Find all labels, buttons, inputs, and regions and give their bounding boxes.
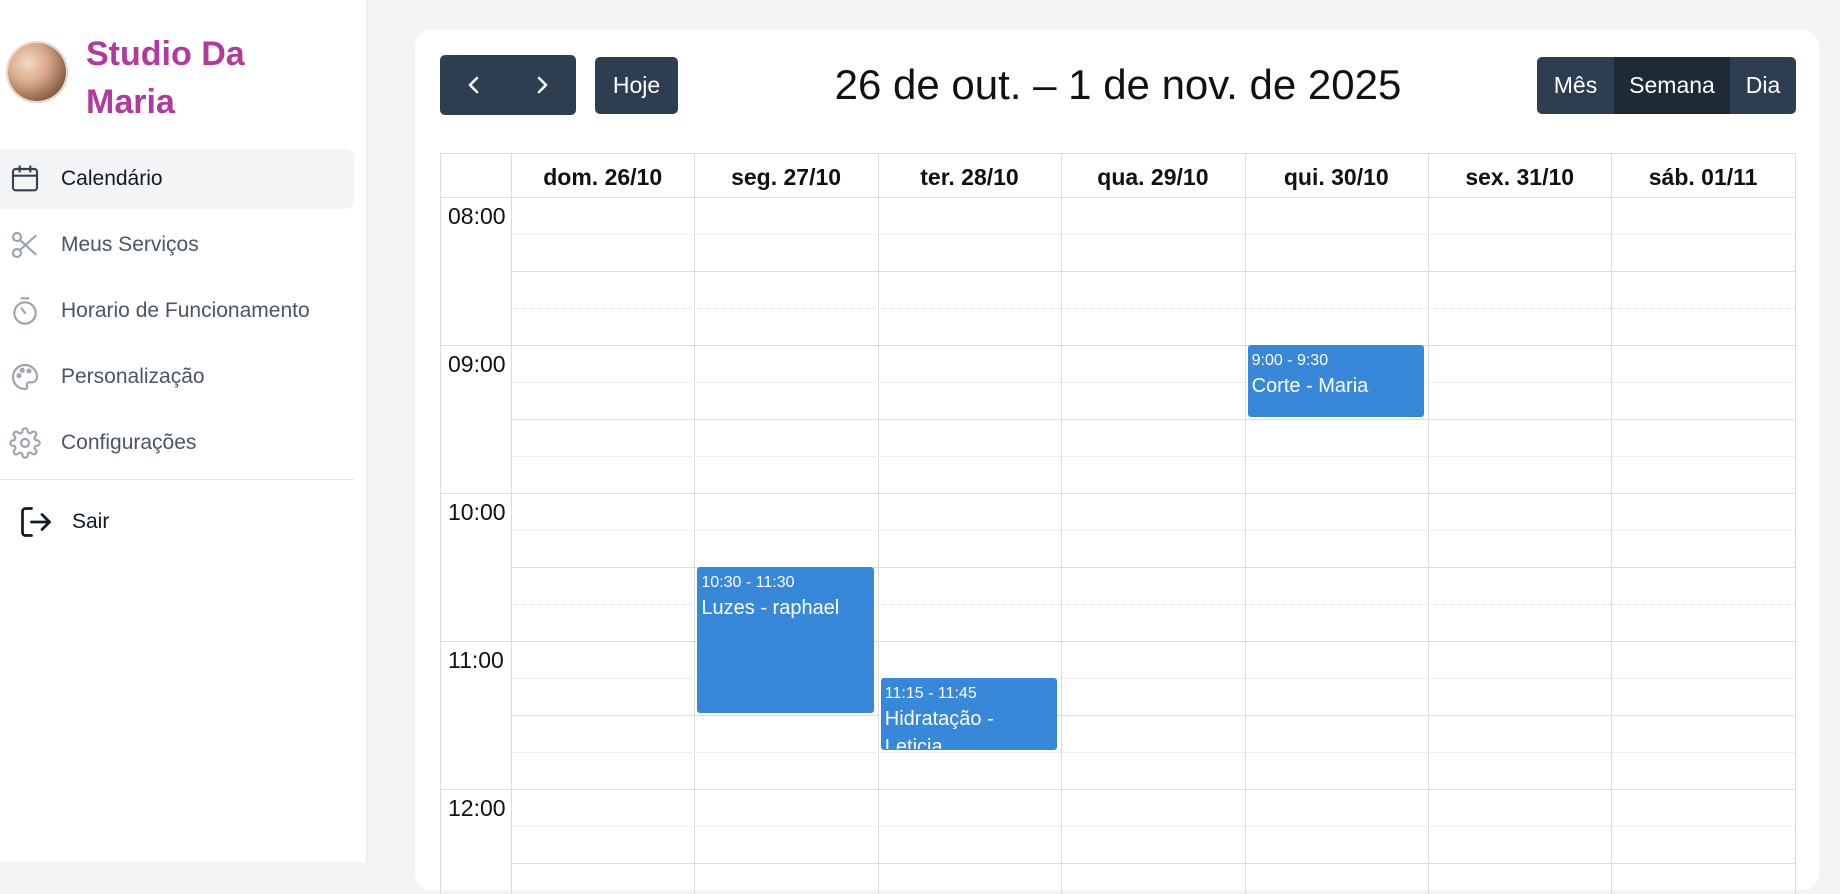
chevron-left-icon xyxy=(468,76,479,94)
event-time: 11:15 - 11:45 xyxy=(884,685,977,702)
time-label: 12:00 xyxy=(448,795,506,821)
gear-icon xyxy=(7,425,43,461)
slot-line xyxy=(511,419,1795,420)
today-button[interactable]: Hoje xyxy=(595,57,678,114)
week-grid: dom. 26/10 seg. 27/10 ter. 28/10 qua. 29/10… xyxy=(440,153,1796,894)
time-label: 10:00 xyxy=(448,499,506,525)
sidebar-item-label: Horario de Funcionamento xyxy=(61,299,310,322)
grid-column-line xyxy=(1244,154,1246,894)
slot-line xyxy=(441,641,1795,642)
slot-line xyxy=(511,382,1795,383)
grid-column-line xyxy=(1794,154,1795,894)
time-label: 09:00 xyxy=(448,351,506,377)
palette-icon xyxy=(7,359,43,395)
grid-column-line xyxy=(1061,154,1063,894)
day-header[interactable]: seg. 27/10 xyxy=(694,154,877,197)
sidebar-item-personalizacao[interactable]: Personalização xyxy=(0,347,354,407)
sidebar-nav: Calendário Meus Serviços Horario de Func… xyxy=(0,149,354,479)
logout-button[interactable]: Sair xyxy=(18,504,109,540)
logout-label: Sair xyxy=(72,510,110,533)
calendar-event[interactable]: 11:15 - 11:45 Hidratação - Leticia xyxy=(880,678,1058,750)
view-month-button[interactable]: Mês xyxy=(1537,57,1614,114)
slot-line xyxy=(441,493,1795,494)
slot-line xyxy=(511,456,1795,457)
day-header-row: dom. 26/10 seg. 27/10 ter. 28/10 qua. 29/10… xyxy=(441,154,1795,198)
time-label: 08:00 xyxy=(448,203,506,229)
day-header[interactable]: qui. 30/10 xyxy=(1245,154,1428,197)
next-button[interactable] xyxy=(508,55,576,115)
calendar-toolbar: Hoje 26 de out. – 1 de nov. de 2025 Mês … xyxy=(440,55,1796,115)
day-header[interactable]: dom. 26/10 xyxy=(511,154,694,197)
sidebar: Studio Da Maria Calendário Meus Serviços… xyxy=(0,0,367,862)
event-time: 9:00 - 9:30 xyxy=(1251,352,1329,369)
slot-line xyxy=(511,826,1795,827)
event-title: Corte - Maria xyxy=(1251,375,1369,397)
chevron-right-icon xyxy=(537,76,548,94)
logout-icon xyxy=(21,507,51,537)
day-header[interactable]: ter. 28/10 xyxy=(878,154,1061,197)
sidebar-divider xyxy=(0,479,354,480)
stopwatch-icon xyxy=(7,293,43,329)
brand: Studio Da Maria xyxy=(6,30,286,126)
grid-column-line xyxy=(1428,154,1429,894)
day-header[interactable]: sáb. 01/11 xyxy=(1611,154,1794,197)
slot-line xyxy=(511,308,1795,309)
event-title: Luzes - raphael xyxy=(701,597,840,619)
sidebar-item-label: Configurações xyxy=(61,431,197,454)
day-header[interactable]: qua. 29/10 xyxy=(1061,154,1244,197)
slot-line xyxy=(441,789,1795,790)
scissors-icon xyxy=(7,227,43,263)
slot-line xyxy=(441,345,1795,346)
sidebar-item-horario[interactable]: Horario de Funcionamento xyxy=(0,281,354,341)
sidebar-item-servicos[interactable]: Meus Serviços xyxy=(0,215,354,275)
sidebar-item-label: Personalização xyxy=(61,365,205,388)
grid-column-line xyxy=(877,154,879,894)
time-label: 11:00 xyxy=(448,647,504,673)
slot-line xyxy=(511,752,1795,753)
slot-line xyxy=(511,863,1795,864)
view-switcher: Mês Semana Dia xyxy=(1537,57,1796,114)
calendar-event[interactable]: 9:00 - 9:30 Corte - Maria xyxy=(1247,345,1424,417)
avatar xyxy=(6,41,68,103)
view-day-button[interactable]: Dia xyxy=(1730,57,1796,114)
slot-line xyxy=(511,271,1795,272)
calendar-card: Hoje 26 de out. – 1 de nov. de 2025 Mês … xyxy=(415,30,1819,894)
slot-line xyxy=(511,234,1795,235)
prev-button[interactable] xyxy=(440,55,508,115)
day-header[interactable]: sex. 31/10 xyxy=(1428,154,1611,197)
grid-column-line xyxy=(1611,154,1613,894)
grid-column-line xyxy=(694,154,696,894)
sidebar-item-calendario[interactable]: Calendário xyxy=(0,149,354,209)
prev-next-group xyxy=(440,55,576,115)
grid-column-line xyxy=(511,154,512,894)
event-time: 10:30 - 11:30 xyxy=(701,574,795,591)
calendar-event[interactable]: 10:30 - 11:30 Luzes - raphael xyxy=(697,567,874,713)
brand-name: Studio Da Maria xyxy=(86,35,245,121)
sidebar-item-configuracoes[interactable]: Configurações xyxy=(0,413,354,473)
event-title: Hidratação - Leticia xyxy=(884,708,994,750)
sidebar-item-label: Calendário xyxy=(61,167,163,190)
calendar-icon xyxy=(7,161,43,197)
sidebar-item-label: Meus Serviços xyxy=(61,233,199,256)
slot-line xyxy=(441,197,1795,198)
view-week-button[interactable]: Semana xyxy=(1614,57,1730,114)
slot-line xyxy=(511,530,1795,531)
slot-line xyxy=(511,715,1795,716)
